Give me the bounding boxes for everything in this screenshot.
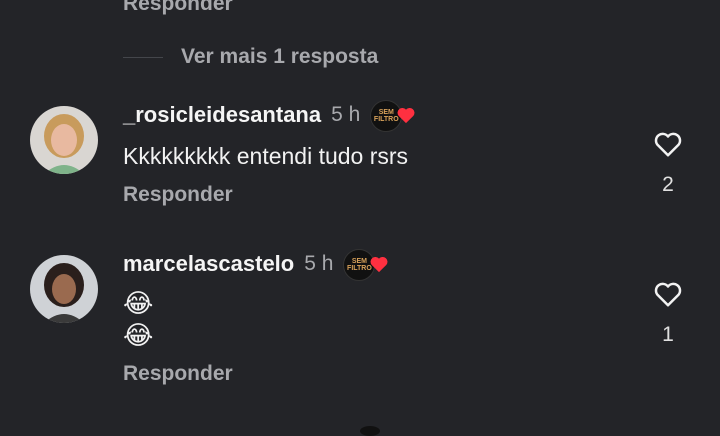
emoji-line: 😂 [123, 320, 154, 350]
comment-time: 5 h [331, 103, 361, 126]
next-badge-partial [360, 426, 380, 436]
avatar-photo [30, 106, 98, 174]
view-more-replies-link[interactable]: Ver mais 1 resposta [181, 45, 378, 69]
comment-time: 5 h [304, 252, 334, 275]
comment-header: marcelascastelo 5 h SEM FILTRO [123, 249, 395, 281]
creator-liked-badge: SEM FILTRO [370, 100, 422, 132]
avatar[interactable] [30, 106, 98, 174]
username[interactable]: _rosicleidesantana [123, 102, 321, 128]
heart-filled-icon [397, 107, 415, 124]
comment-header: _rosicleidesantana 5 h SEM FILTRO [123, 100, 422, 132]
heart-outline-icon[interactable] [653, 130, 683, 158]
like-column: 2 [648, 130, 688, 197]
comment-text: Kkkkkkkkk entendi tudo rsrs [123, 143, 409, 169]
username[interactable]: marcelascastelo [123, 251, 294, 277]
creator-liked-badge: SEM FILTRO [343, 249, 395, 281]
avatar[interactable] [30, 255, 98, 323]
reply-button-previous[interactable]: Responder [123, 0, 233, 16]
like-column: 1 [648, 280, 688, 347]
avatar-photo [30, 255, 98, 323]
heart-outline-icon[interactable] [653, 280, 683, 308]
like-count: 1 [662, 323, 674, 346]
emoji-line: 😂 [123, 288, 154, 318]
more-replies-divider [123, 57, 163, 58]
reply-button[interactable]: Responder [123, 362, 233, 386]
reply-button[interactable]: Responder [123, 183, 233, 207]
like-count: 2 [662, 173, 674, 196]
heart-filled-icon [370, 256, 388, 273]
